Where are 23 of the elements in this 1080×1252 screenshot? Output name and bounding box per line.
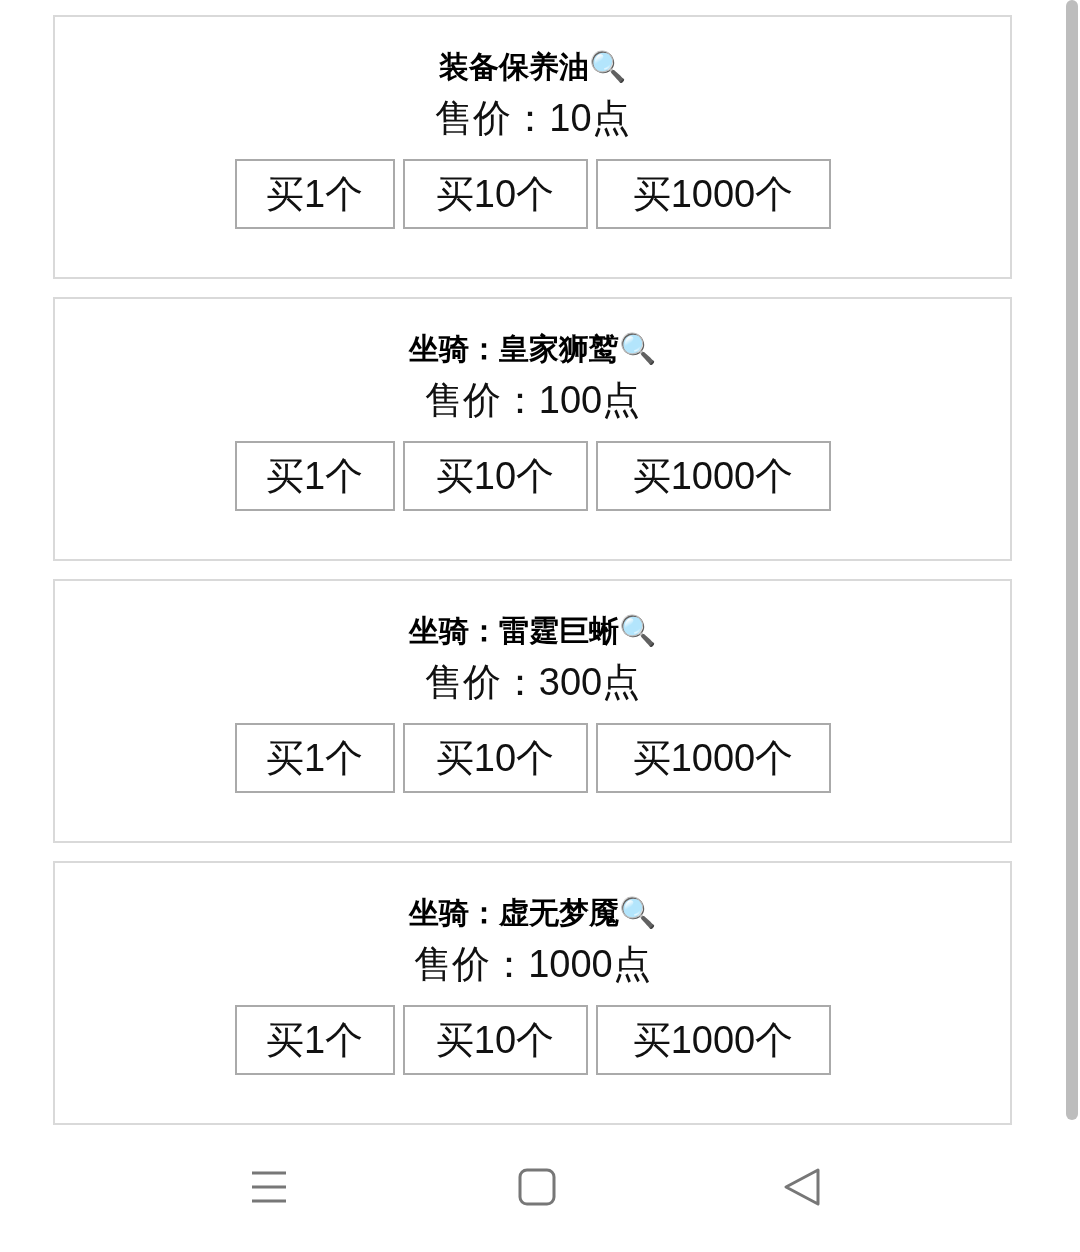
buy-button[interactable]: 买1000个: [595, 723, 831, 793]
price-text: 售价：1000点: [414, 942, 651, 987]
buy-button[interactable]: 买10个: [402, 441, 588, 511]
price-text: 售价：300点: [424, 660, 641, 705]
scrollbar[interactable]: [1066, 0, 1078, 1120]
buy-button[interactable]: 买10个: [402, 1005, 588, 1075]
price-text: 售价：100点: [424, 378, 641, 423]
product-title: 坐骑：皇家狮鹫🔍: [409, 331, 656, 367]
buy-button[interactable]: 买1个: [234, 723, 395, 793]
product-title: 坐骑：虚无梦魇🔍: [409, 895, 656, 931]
price-text: 售价：10点: [435, 96, 630, 141]
buy-button[interactable]: 买10个: [402, 159, 588, 229]
buy-button[interactable]: 买1000个: [595, 159, 831, 229]
buy-button[interactable]: 买1个: [234, 159, 395, 229]
product-title: 坐骑：雷霆巨蜥🔍: [409, 613, 656, 649]
buy-button[interactable]: 买1000个: [595, 1005, 831, 1075]
home-icon[interactable]: [518, 1168, 556, 1206]
buy-button[interactable]: 买10个: [402, 723, 588, 793]
buy-button[interactable]: 买1个: [234, 441, 395, 511]
buy-button[interactable]: 买1000个: [595, 441, 831, 511]
back-icon[interactable]: [783, 1167, 821, 1207]
product-title: 装备保养油🔍: [439, 49, 626, 85]
buy-button[interactable]: 买1个: [234, 1005, 395, 1075]
